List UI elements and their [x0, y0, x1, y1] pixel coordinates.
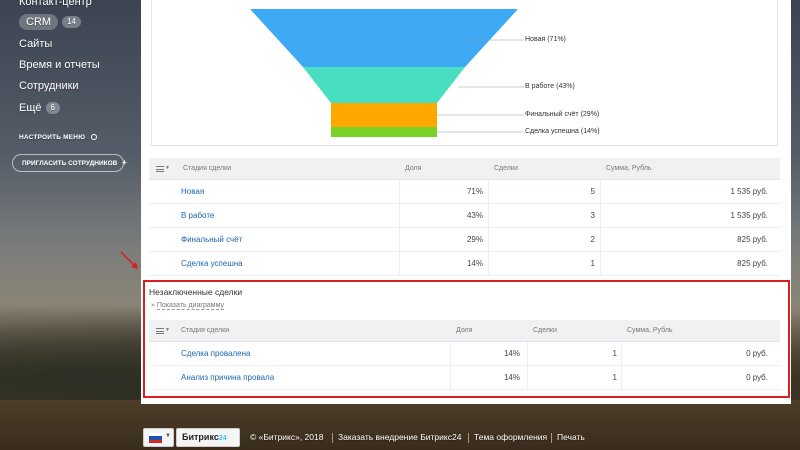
funnel-svg	[250, 9, 524, 137]
sidebar-item-label: Время и отчеты	[19, 59, 100, 71]
brand-suffix: 24	[218, 435, 227, 442]
russia-flag-icon	[149, 433, 162, 443]
share-value: 29%	[466, 235, 483, 244]
column-header[interactable]: Доля	[456, 320, 472, 342]
unclosed-deals-table: ▼ Стадия сделки Доля Сделки Сумма, Рубль…	[149, 320, 780, 390]
report-panel: Новая (71%) В работе (43%) Финальный счё…	[141, 0, 791, 404]
footer: ▼ Битрикс24 © «Битрикс», 2018 Заказать в…	[0, 427, 800, 450]
stage-link[interactable]: Сделка провалена	[181, 342, 250, 366]
chevron-down-icon: ▼	[165, 165, 170, 171]
invite-button-label: ПРИГЛАСИТЬ СОТРУДНИКОВ	[22, 160, 118, 167]
sum-value: 0 руб.	[746, 349, 768, 358]
table-row: В работе 43% 3 1 535 руб.	[149, 204, 780, 228]
crm-counter-badge: 14	[62, 16, 81, 28]
bitrix24-logo[interactable]: Битрикс24	[176, 428, 240, 447]
table-row: Новая 71% 5 1 535 руб.	[149, 180, 780, 204]
deals-count: 1	[612, 349, 617, 358]
invite-employees-button[interactable]: ПРИГЛАСИТЬ СОТРУДНИКОВ +	[12, 154, 127, 172]
funnel-label-in-progress: В работе (43%)	[525, 83, 575, 90]
chevron-down-icon: »	[151, 302, 157, 309]
deals-count: 1	[612, 373, 617, 382]
column-header[interactable]: Сделки	[494, 158, 518, 180]
share-value: 14%	[503, 373, 520, 382]
order-implementation-link[interactable]: Заказать внедрение Битрикс24	[338, 432, 461, 442]
table-menu-icon[interactable]	[156, 328, 164, 334]
sum-value: 1 535 руб.	[730, 187, 769, 196]
deals-count: 2	[590, 235, 595, 244]
language-selector[interactable]: ▼	[143, 428, 174, 447]
sum-value: 825 руб.	[737, 259, 768, 268]
copyright-text: © «Битрикс», 2018	[250, 432, 324, 442]
sidebar-item-contact-center[interactable]: Контакт-центр	[19, 0, 92, 10]
annotation-arrow-icon	[120, 251, 138, 269]
brand-name: Битрикс	[182, 432, 219, 442]
theme-link[interactable]: Тема оформления	[474, 432, 547, 442]
table-menu-icon[interactable]	[156, 166, 164, 172]
stage-link[interactable]: Сделка успешна	[181, 252, 243, 276]
sidebar-item-employees[interactable]: Сотрудники	[19, 78, 79, 94]
sidebar-item-label: Сайты	[19, 38, 53, 50]
stage-link[interactable]: Финальный счёт	[181, 228, 242, 252]
share-value: 43%	[466, 211, 483, 220]
sidebar-item-label: Ещё	[19, 102, 42, 114]
configure-menu-label: НАСТРОИТЬ МЕНЮ	[19, 134, 86, 141]
funnel-stage-in-progress	[303, 67, 465, 103]
table-row: Сделка успешна 14% 1 825 руб.	[149, 252, 780, 276]
funnel-stage-final-invoice	[331, 103, 437, 127]
more-counter-badge: 6	[45, 102, 60, 114]
unclosed-deals-title: Незаключенные сделки	[149, 287, 243, 297]
column-header[interactable]: Сумма, Рубль	[627, 320, 673, 342]
sum-value: 1 535 руб.	[730, 211, 769, 220]
sum-value: 0 руб.	[746, 373, 768, 382]
sidebar-item-more[interactable]: Ещё 6	[19, 100, 60, 116]
sidebar-item-label: CRM	[19, 14, 59, 30]
deals-table: ▼ Стадия сделки Доля Сделки Сумма, Рубль…	[149, 158, 780, 276]
funnel-stage-success	[331, 127, 437, 137]
stage-link[interactable]: Новая	[181, 180, 204, 204]
table-header: ▼ Стадия сделки Доля Сделки Сумма, Рубль	[149, 320, 780, 342]
gear-icon	[91, 134, 98, 140]
sidebar-item-label: Сотрудники	[19, 80, 79, 92]
print-link[interactable]: Печать	[557, 432, 585, 442]
table-row: Сделка провалена 14% 1 0 руб.	[149, 342, 780, 366]
show-diagram-link[interactable]: » Показать диаграмму	[151, 302, 224, 310]
column-header[interactable]: Сделки	[533, 320, 557, 342]
share-value: 14%	[466, 259, 483, 268]
table-row: Финальный счёт 29% 2 825 руб.	[149, 228, 780, 252]
sidebar-item-sites[interactable]: Сайты	[19, 36, 52, 52]
share-value: 14%	[503, 349, 520, 358]
sum-value: 825 руб.	[737, 235, 768, 244]
funnel-label-final-invoice: Финальный счёт (29%)	[525, 111, 600, 118]
stage-link[interactable]: Анализ причина провала	[181, 366, 274, 390]
table-row: Анализ причина провала 14% 1 0 руб.	[149, 366, 780, 390]
stage-link[interactable]: В работе	[181, 204, 214, 228]
sidebar-item-label: Контакт-центр	[19, 0, 92, 8]
column-header[interactable]: Доля	[405, 158, 421, 180]
sidebar-item-time-reports[interactable]: Время и отчеты	[19, 57, 100, 73]
configure-menu-link[interactable]: НАСТРОИТЬ МЕНЮ	[19, 130, 98, 146]
plus-icon: +	[122, 158, 127, 167]
column-header[interactable]: Стадия сделки	[183, 158, 231, 180]
deals-count: 3	[590, 211, 595, 220]
funnel-stage-new	[250, 9, 518, 67]
column-header[interactable]: Стадия сделки	[181, 320, 229, 342]
column-header[interactable]: Сумма, Рубль	[606, 158, 652, 180]
show-diagram-label: Показать диаграмму	[156, 302, 224, 310]
share-value: 71%	[466, 187, 483, 196]
chevron-down-icon: ▼	[165, 433, 171, 439]
chevron-down-icon: ▼	[165, 327, 170, 333]
table-header: ▼ Стадия сделки Доля Сделки Сумма, Рубль	[149, 158, 780, 180]
left-sidebar: Контакт-центр CRM 14 Сайты Время и отчеты…	[0, 0, 140, 450]
deals-count: 1	[590, 259, 595, 268]
funnel-label-success: Сделка успешна (14%)	[525, 128, 600, 135]
funnel-label-new: Новая (71%)	[525, 36, 566, 43]
sidebar-item-crm[interactable]: CRM 14	[19, 14, 81, 30]
funnel-chart: Новая (71%) В работе (43%) Финальный счё…	[151, 0, 778, 146]
deals-count: 5	[590, 187, 595, 196]
